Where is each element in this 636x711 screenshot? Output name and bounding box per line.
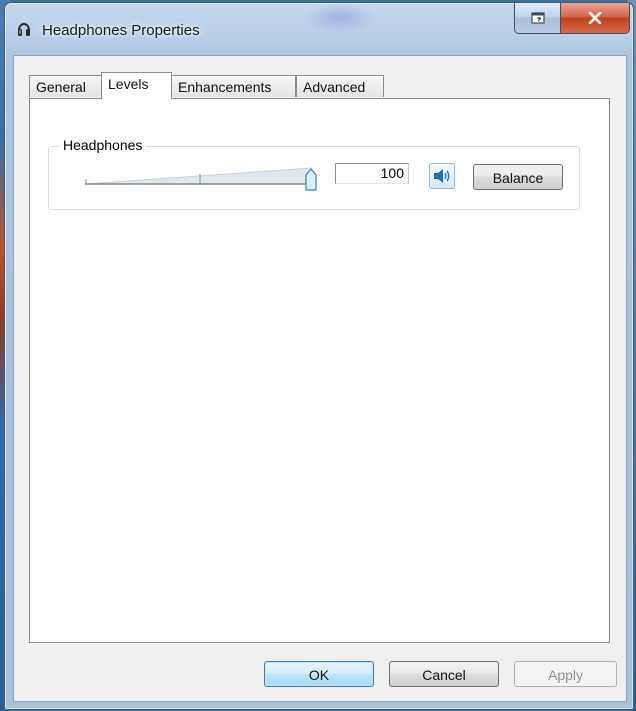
levels-panel: Headphones 100 Balance bbox=[29, 98, 610, 643]
speaker-icon bbox=[434, 169, 450, 183]
dialog-client-area: General Levels Enhancements Advanced Hea… bbox=[13, 55, 627, 702]
close-icon bbox=[588, 12, 602, 24]
volume-value-field[interactable]: 100 bbox=[335, 163, 409, 184]
headphones-icon bbox=[18, 23, 30, 36]
tab-enhancements[interactable]: Enhancements bbox=[171, 75, 296, 97]
cancel-button[interactable]: Cancel bbox=[389, 661, 499, 687]
apply-button[interactable]: Apply bbox=[514, 661, 617, 687]
tab-general[interactable]: General bbox=[29, 75, 102, 97]
properties-window: Headphones Properties General Levels Enh… bbox=[4, 2, 634, 710]
window-title: Headphones Properties bbox=[42, 22, 200, 39]
restore-button[interactable] bbox=[514, 3, 562, 34]
restore-icon bbox=[531, 12, 545, 24]
close-button[interactable] bbox=[560, 3, 630, 34]
headphones-group-label: Headphones bbox=[59, 137, 147, 153]
tab-levels[interactable]: Levels bbox=[101, 72, 172, 99]
title-bar[interactable]: Headphones Properties bbox=[5, 3, 633, 55]
title-bar-glow bbox=[305, 3, 375, 33]
ok-button[interactable]: OK bbox=[264, 661, 374, 687]
balance-button[interactable]: Balance bbox=[473, 164, 563, 190]
mute-toggle-button[interactable] bbox=[429, 163, 455, 189]
headphones-group: Headphones 100 Balance bbox=[48, 137, 580, 210]
tab-advanced[interactable]: Advanced bbox=[296, 75, 384, 97]
slider-wedge bbox=[85, 167, 312, 185]
volume-slider[interactable] bbox=[85, 163, 323, 193]
